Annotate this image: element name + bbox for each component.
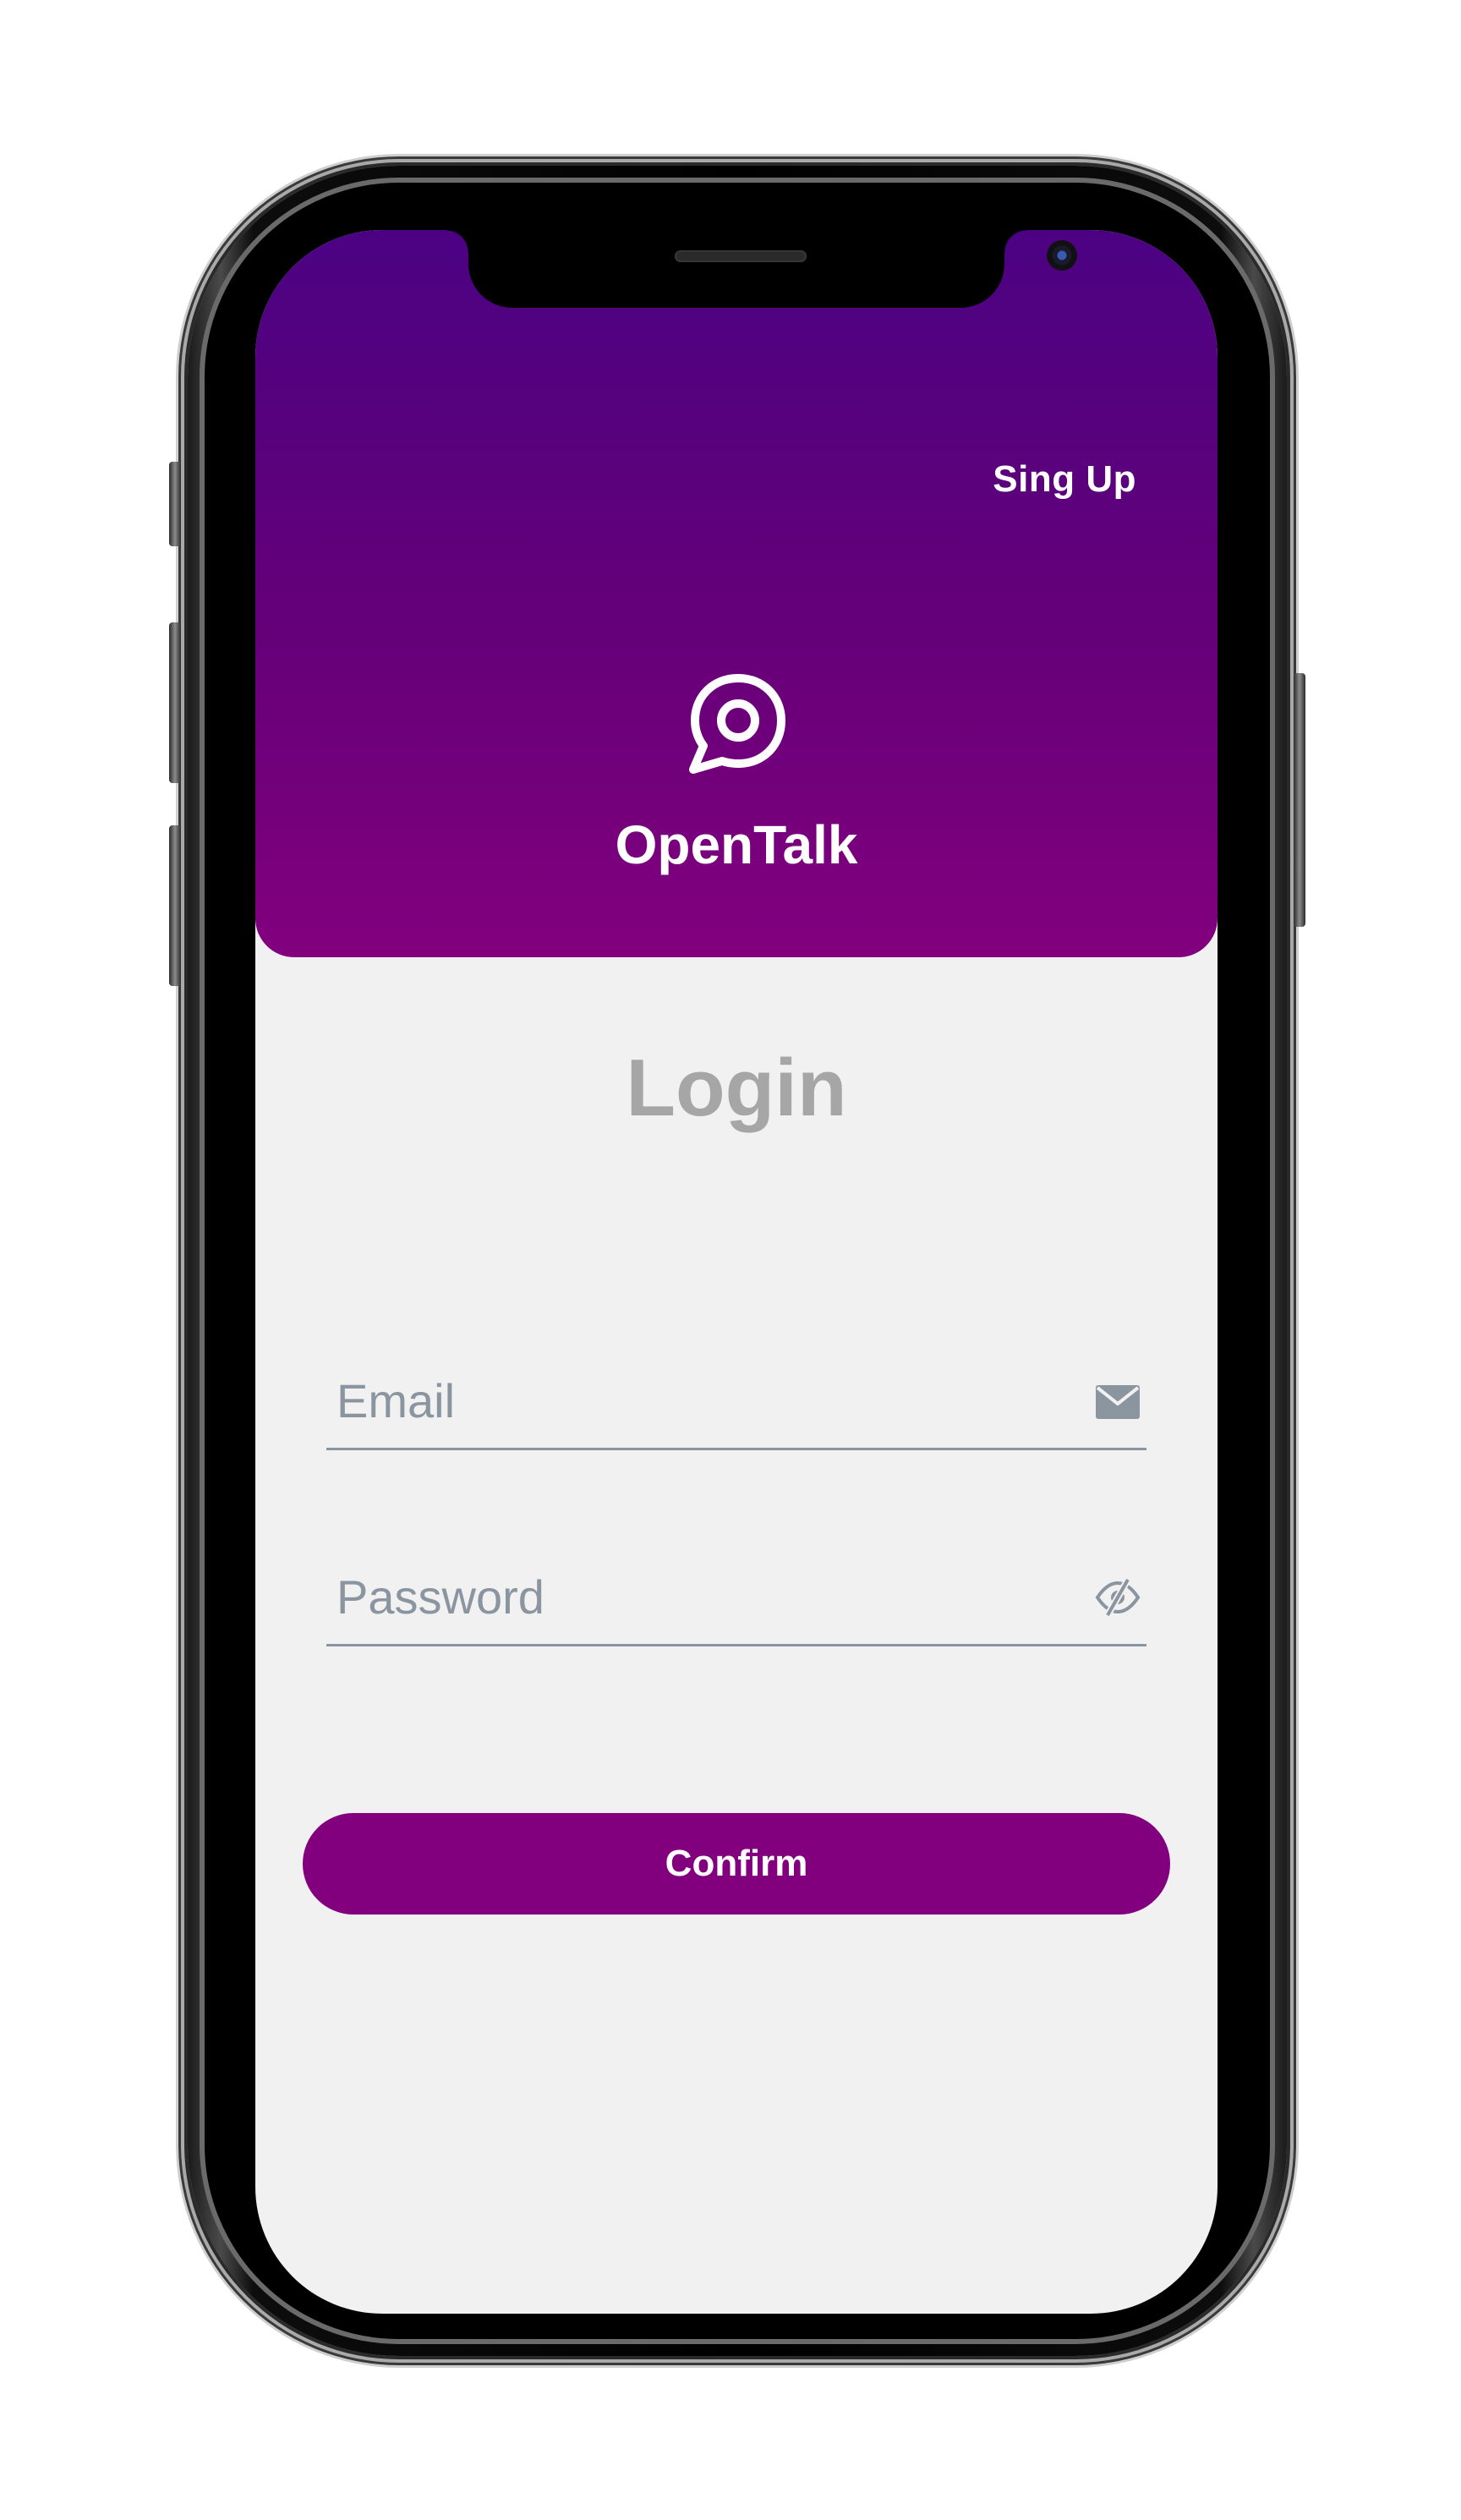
power-button <box>1294 673 1305 927</box>
app-screen: Sing Up OpenTalk Login Confirm <box>255 230 1218 2314</box>
chat-bubble-icon <box>689 674 785 774</box>
earpiece-speaker <box>675 250 807 262</box>
eye-slash-icon[interactable] <box>1094 1576 1141 1619</box>
email-field-container <box>326 1355 1146 1450</box>
silent-switch <box>169 462 181 546</box>
envelope-icon <box>1096 1385 1140 1419</box>
volume-down-button <box>169 825 181 986</box>
confirm-button[interactable]: Confirm <box>303 1813 1170 1915</box>
email-field[interactable] <box>335 1370 1031 1431</box>
password-field-container <box>326 1551 1146 1646</box>
app-name: OpenTalk <box>615 814 858 875</box>
app-header: Sing Up OpenTalk <box>255 230 1218 957</box>
page-title: Login <box>626 1043 847 1133</box>
volume-up-button <box>169 622 181 783</box>
signup-link[interactable]: Sing Up <box>993 458 1136 501</box>
password-field[interactable] <box>335 1566 1031 1627</box>
notch <box>446 230 1077 308</box>
front-camera <box>1047 240 1077 271</box>
